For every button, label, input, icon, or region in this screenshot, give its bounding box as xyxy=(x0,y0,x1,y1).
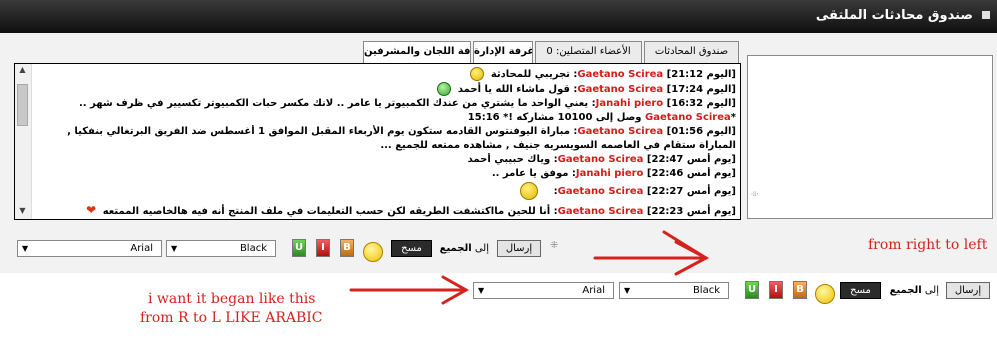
arrow-to-userlist xyxy=(662,230,708,260)
annotation-arrows xyxy=(349,230,710,305)
arrow-to-desired-toolbar xyxy=(349,275,470,305)
